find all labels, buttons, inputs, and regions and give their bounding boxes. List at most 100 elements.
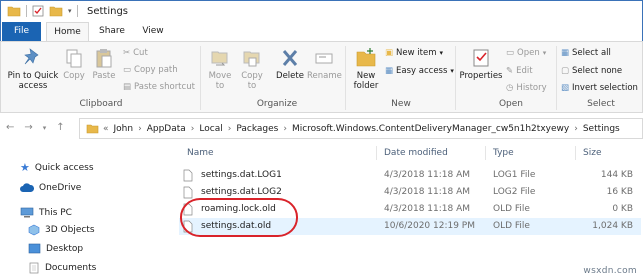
toolbar-divider <box>76 5 78 17</box>
new-folder-icon <box>356 48 376 67</box>
nav-desktop[interactable]: Desktop <box>28 243 83 254</box>
paste-button[interactable]: Paste <box>89 47 119 81</box>
breadcrumb-local[interactable]: Local <box>199 124 222 134</box>
rename-button[interactable]: Rename <box>307 47 342 81</box>
file-icon <box>183 186 193 199</box>
copy-to-icon <box>243 51 260 67</box>
address-bar[interactable]: « John › AppData › Local › Packages › Mi… <box>79 118 643 139</box>
file-size: 144 KB <box>600 170 633 180</box>
file-size: 16 KB <box>606 187 633 197</box>
nav-documents[interactable]: Documents <box>28 262 96 274</box>
chevron-right-icon[interactable]: › <box>283 124 287 134</box>
select-none-label: Select none <box>572 66 623 76</box>
recent-dropdown-icon[interactable]: ▾ <box>43 122 47 133</box>
new-folder-button[interactable]: New folder <box>349 47 383 91</box>
new-folder-icon[interactable] <box>49 5 63 17</box>
copy-path-button[interactable]: ▭ Copy path <box>123 65 178 75</box>
select-all-label: Select all <box>572 48 611 58</box>
column-header-type[interactable]: Type <box>493 148 514 158</box>
column-divider[interactable] <box>376 146 377 160</box>
open-button[interactable]: ▭ Open ▾ <box>506 48 546 58</box>
select-all-button[interactable]: ▦ Select all <box>561 48 611 58</box>
breadcrumb-appdata[interactable]: AppData <box>147 124 186 134</box>
ribbon-tabs: File Home Share View <box>0 22 643 41</box>
quick-access-toolbar: ▾ <box>7 5 78 17</box>
computer-icon <box>20 207 34 218</box>
history-icon: ◷ <box>506 83 514 93</box>
tab-home[interactable]: Home <box>46 22 89 41</box>
customize-toolbar-icon[interactable]: ▾ <box>68 7 72 15</box>
column-header-date[interactable]: Date modified <box>384 148 448 158</box>
invert-selection-label: Invert selection <box>572 83 638 93</box>
dropdown-arrow-icon: ▾ <box>450 67 454 75</box>
copy-button[interactable]: Copy <box>61 47 87 81</box>
history-label: History <box>516 83 547 93</box>
file-type: LOG2 File <box>493 187 536 197</box>
delete-label: Delete <box>276 71 304 81</box>
move-to-button[interactable]: Move to <box>205 47 235 91</box>
nav-onedrive-label: OneDrive <box>39 183 82 193</box>
chevron-right-icon[interactable]: › <box>574 124 578 134</box>
invert-selection-button[interactable]: ▧ Invert selection <box>561 83 638 93</box>
chevron-right-icon[interactable]: › <box>228 124 232 134</box>
history-button[interactable]: ◷ History <box>506 83 547 93</box>
folder-icon <box>7 6 21 17</box>
tab-file[interactable]: File <box>2 22 41 41</box>
file-type: LOG1 File <box>493 170 536 180</box>
delete-button[interactable]: Delete <box>273 47 307 81</box>
properties-label: Properties <box>459 71 503 81</box>
paste-label: Paste <box>92 71 116 81</box>
edit-icon: ✎ <box>506 66 514 76</box>
properties-icon <box>473 49 489 67</box>
breadcrumb-settings[interactable]: Settings <box>583 124 620 134</box>
select-all-icon: ▦ <box>561 48 570 58</box>
file-row[interactable]: settings.dat.old 10/6/2020 12:19 PM OLD … <box>179 218 641 235</box>
nav-this-pc[interactable]: This PC <box>20 207 72 218</box>
paste-shortcut-button[interactable]: ▤ Paste shortcut <box>123 82 195 92</box>
breadcrumb-john[interactable]: John <box>114 124 134 134</box>
file-type: OLD File <box>493 221 530 231</box>
column-header-name[interactable]: Name <box>187 148 214 158</box>
file-name: settings.dat.LOG2 <box>201 187 282 197</box>
nav-quick-access[interactable]: ★ Quick access <box>20 161 94 174</box>
select-group-label: Select <box>587 99 615 109</box>
chevron-right-icon[interactable]: › <box>191 124 195 134</box>
address-row: ← → ▾ ↑ « John › AppData › Local › Packa… <box>0 113 643 143</box>
file-row[interactable]: settings.dat.LOG1 4/3/2018 11:18 AM LOG1… <box>179 167 641 184</box>
pin-to-quick-access-button[interactable]: Pin to Quick access <box>5 47 61 91</box>
nav-onedrive[interactable]: OneDrive <box>20 183 81 193</box>
copy-path-label: Copy path <box>134 65 178 75</box>
select-none-button[interactable]: ▢ Select none <box>561 66 622 76</box>
tab-share[interactable]: Share <box>93 22 131 41</box>
pin-icon <box>24 48 39 65</box>
copy-to-label: Copy to <box>241 71 263 91</box>
navigation-pane: ★ Quick access OneDrive This PC 3D Objec… <box>0 143 170 279</box>
nav-desktop-label: Desktop <box>46 243 84 254</box>
dropdown-arrow-icon: ▾ <box>542 49 547 57</box>
file-name: settings.dat.old <box>201 221 272 231</box>
nav-3d-objects-label: 3D Objects <box>45 225 95 235</box>
forward-arrow-icon[interactable]: → <box>24 122 32 133</box>
file-list: Name Date modified Type Size settings.da… <box>171 143 643 279</box>
breadcrumb-contentdeliverymanager[interactable]: Microsoft.Windows.ContentDeliveryManager… <box>292 124 569 134</box>
file-row[interactable]: roaming.lock.old 4/3/2018 11:18 AM OLD F… <box>179 201 641 218</box>
dropdown-arrow-icon: ▾ <box>439 49 443 57</box>
column-divider[interactable] <box>485 146 486 160</box>
easy-access-button[interactable]: ▦ Easy access ▾ <box>385 66 454 76</box>
file-row[interactable]: settings.dat.LOG2 4/3/2018 11:18 AM LOG2… <box>179 184 641 201</box>
back-arrow-icon[interactable]: ← <box>6 122 14 133</box>
column-divider[interactable] <box>575 146 576 160</box>
edit-button[interactable]: ✎ Edit <box>506 66 533 76</box>
chevron-right-icon[interactable]: › <box>138 124 142 134</box>
tab-view[interactable]: View <box>137 22 169 41</box>
copy-to-button[interactable]: Copy to <box>237 47 267 91</box>
nav-3d-objects[interactable]: 3D Objects <box>28 224 95 236</box>
new-item-button[interactable]: ▣ New item ▾ <box>385 48 443 58</box>
column-header-size[interactable]: Size <box>583 148 601 158</box>
open-label: Open <box>517 48 540 58</box>
up-arrow-icon[interactable]: ↑ <box>56 122 64 133</box>
breadcrumb-packages[interactable]: Packages <box>236 124 278 134</box>
properties-check-icon[interactable] <box>32 5 44 17</box>
cut-button[interactable]: ✂ Cut <box>123 48 148 58</box>
properties-button[interactable]: Properties <box>458 47 504 81</box>
